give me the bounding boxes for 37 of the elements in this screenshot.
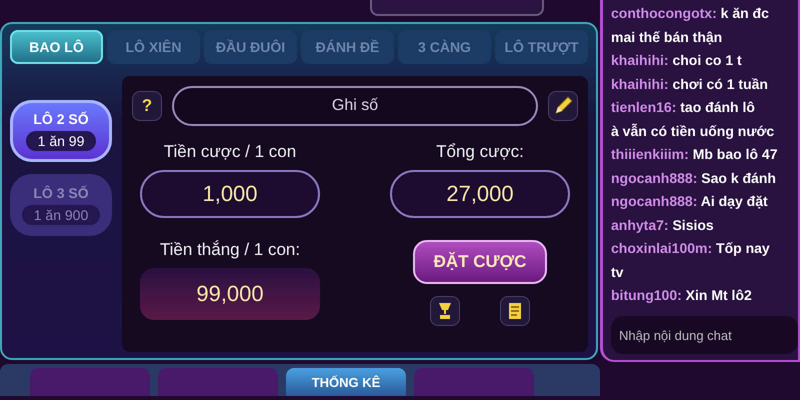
tab[interactable]: ĐÁNH ĐỀ (301, 30, 394, 64)
chat-message: khaihihi: choi co 1 t (611, 51, 743, 70)
tab[interactable]: BAO LÔ (10, 30, 103, 64)
document-icon[interactable] (500, 296, 530, 326)
chat-message: conthocongotx: k ăn đc (611, 4, 770, 23)
chat-message: ngocanh888: Sao k đánh (611, 168, 777, 188)
pencil-icon[interactable] (548, 91, 578, 121)
trophy-icon[interactable] (430, 296, 460, 326)
stake-field[interactable]: 1,000 (140, 170, 320, 218)
help-button[interactable]: ? (132, 91, 162, 121)
chat-message: mai thế bán thận (611, 28, 724, 46)
chat-message: à vẫn có tiền uống nước (611, 122, 776, 141)
chat-message: anhyta7: Sisios (611, 216, 715, 235)
bet-type-button[interactable]: LÔ 2 SỐ 1 ăn 99 (10, 100, 112, 162)
chat-message: ngocanh888: Ai dạy đặt (611, 192, 769, 211)
tab[interactable]: 3 CÀNG (398, 30, 491, 64)
tab[interactable]: LÔ TRƯỢT (495, 30, 588, 64)
chat-input[interactable]: Nhập nội dung chat (611, 316, 798, 354)
tab[interactable]: LÔ XIÊN (107, 30, 200, 64)
total-amount: 27,000 (390, 170, 570, 218)
chat-message: khaihihi: chơi có 1 tuần (611, 74, 769, 94)
tab[interactable]: ĐẦU ĐUÔI (204, 30, 297, 64)
odds-label: 1 ăn 99 (26, 131, 96, 151)
chat-message: choxinlai100m: Tốp nay (611, 239, 771, 258)
chat-message: tv (611, 262, 624, 282)
win-amount: 99,000 (140, 268, 320, 320)
number-field[interactable]: Ghi số (172, 86, 538, 126)
stake-label: Tiền cược / 1 con (164, 142, 296, 162)
chat-message: tienlen16: tao đánh lô (611, 98, 756, 117)
chat-message: bitung100: Xin Mt lô2 (611, 286, 753, 305)
total-label: Tổng cược: (436, 142, 524, 162)
place-bet-button[interactable]: ĐẶT CƯỢC (413, 240, 547, 284)
odds-label: 1 ăn 900 (22, 205, 100, 225)
stats-button[interactable]: THỐNG KÊ (286, 368, 406, 396)
win-label: Tiền thắng / 1 con: (160, 240, 300, 260)
bet-type-button[interactable]: LÔ 3 SỐ 1 ăn 900 (10, 174, 112, 236)
chat-message: thiiienkiiim: Mb bao lô 47 (611, 145, 778, 164)
